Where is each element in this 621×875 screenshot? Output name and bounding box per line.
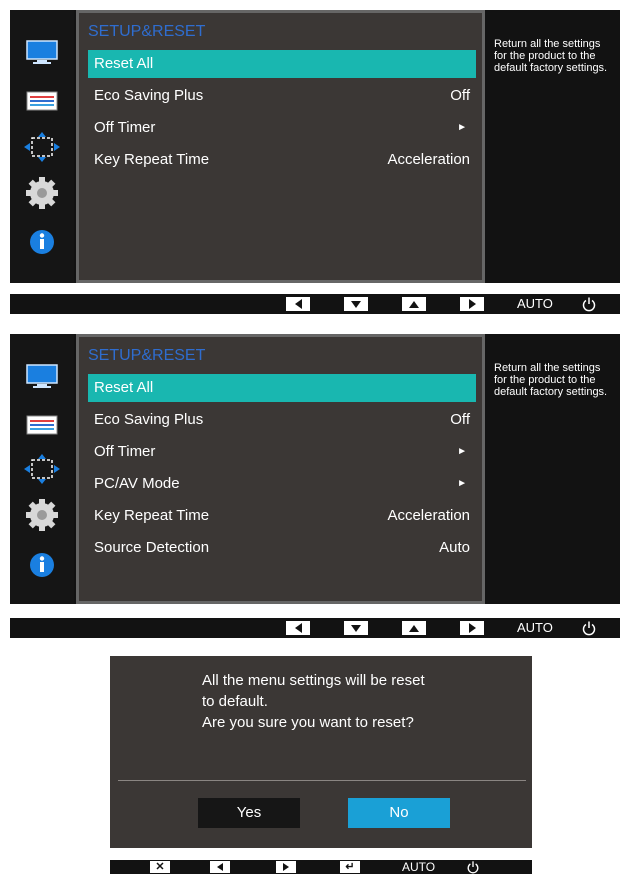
help-panel: Return all the settings for the product …: [488, 334, 620, 604]
osd-menu-panel: SETUP&RESET Reset All Eco Saving Plus Of…: [76, 334, 485, 604]
power-icon[interactable]: [582, 620, 596, 636]
power-icon[interactable]: [582, 296, 596, 312]
submenu-arrow-icon: ►: [457, 478, 467, 489]
menu-item-off-timer[interactable]: Off Timer ►: [88, 438, 476, 466]
dialog-control-bar: ✕ ↵ AUTO: [110, 860, 532, 874]
menu-item-value: Auto: [439, 539, 470, 556]
menu-item-label: Off Timer: [94, 119, 156, 136]
auto-button[interactable]: AUTO: [517, 296, 553, 312]
auto-button[interactable]: AUTO: [517, 620, 553, 636]
help-text: Return all the settings for the product …: [494, 38, 608, 74]
osd-sidebar: [10, 10, 74, 283]
osd-sidebar: [10, 334, 74, 604]
reset-confirm-dialog: All the menu settings will be reset to d…: [110, 656, 532, 848]
menu-item-value: Off: [450, 87, 470, 104]
menu-item-eco-saving-plus[interactable]: Eco Saving Plus Off: [88, 82, 476, 110]
menu-item-label: Reset All: [94, 55, 154, 72]
left-arrow-icon[interactable]: [286, 297, 310, 311]
menu-item-off-timer[interactable]: Off Timer ►: [88, 114, 476, 142]
close-icon[interactable]: ✕: [150, 861, 170, 873]
osd-window-2: SETUP&RESET Reset All Eco Saving Plus Of…: [10, 334, 620, 604]
menu-item-reset-all[interactable]: Reset All: [88, 374, 476, 402]
menu-item-label: Off Timer: [94, 443, 156, 460]
gear-icon[interactable]: [24, 499, 60, 531]
menu-item-source-detection[interactable]: Source Detection Auto: [88, 534, 476, 562]
menu-item-value: Acceleration: [387, 507, 470, 524]
auto-button[interactable]: AUTO: [402, 859, 435, 875]
picture-icon[interactable]: [24, 38, 60, 68]
control-bar: AUTO: [10, 294, 620, 314]
menu-item-value: Acceleration: [387, 151, 470, 168]
help-text: Return all the settings for the product …: [494, 362, 608, 398]
position-icon[interactable]: [24, 454, 60, 484]
yes-button[interactable]: Yes: [198, 798, 300, 828]
control-bar: AUTO: [10, 618, 620, 638]
right-arrow-icon[interactable]: [460, 297, 484, 311]
menu-title: SETUP&RESET: [88, 347, 206, 364]
osd-window-1: SETUP&RESET Reset All Eco Saving Plus Of…: [10, 10, 620, 283]
onscreen-display-icon[interactable]: [24, 410, 60, 440]
dialog-message-line: All the menu settings will be reset: [202, 672, 425, 689]
enter-icon[interactable]: ↵: [340, 861, 360, 873]
dialog-message: All the menu settings will be reset to d…: [202, 670, 502, 733]
info-icon[interactable]: [24, 550, 60, 580]
menu-item-label: Key Repeat Time: [94, 507, 210, 524]
down-arrow-icon[interactable]: [344, 621, 368, 635]
down-arrow-icon[interactable]: [344, 297, 368, 311]
help-panel: Return all the settings for the product …: [488, 10, 620, 283]
onscreen-display-icon[interactable]: [24, 86, 60, 116]
up-arrow-icon[interactable]: [402, 621, 426, 635]
left-arrow-icon[interactable]: [210, 861, 230, 873]
menu-item-label: Eco Saving Plus: [94, 411, 204, 428]
no-button[interactable]: No: [348, 798, 450, 828]
up-arrow-icon[interactable]: [402, 297, 426, 311]
info-icon[interactable]: [24, 227, 60, 257]
menu-item-pc-av-mode[interactable]: PC/AV Mode ►: [88, 470, 476, 498]
power-icon[interactable]: [466, 860, 480, 874]
menu-item-eco-saving-plus[interactable]: Eco Saving Plus Off: [88, 406, 476, 434]
menu-item-label: Reset All: [94, 379, 154, 396]
dialog-message-line: Are you sure you want to reset?: [202, 714, 414, 731]
menu-item-key-repeat-time[interactable]: Key Repeat Time Acceleration: [88, 502, 476, 530]
submenu-arrow-icon: ►: [457, 446, 467, 457]
left-arrow-icon[interactable]: [286, 621, 310, 635]
osd-menu-panel: SETUP&RESET Reset All Eco Saving Plus Of…: [76, 10, 485, 283]
menu-item-label: Source Detection: [94, 539, 210, 556]
dialog-message-line: to default.: [202, 693, 268, 710]
menu-item-value: Off: [450, 411, 470, 428]
dialog-divider: [118, 780, 526, 781]
menu-item-label: PC/AV Mode: [94, 475, 180, 492]
position-icon[interactable]: [24, 132, 60, 162]
gear-icon[interactable]: [24, 177, 60, 209]
right-arrow-icon[interactable]: [276, 861, 296, 873]
menu-item-key-repeat-time[interactable]: Key Repeat Time Acceleration: [88, 146, 476, 174]
menu-item-label: Eco Saving Plus: [94, 87, 204, 104]
picture-icon[interactable]: [24, 362, 60, 392]
menu-item-label: Key Repeat Time: [94, 151, 210, 168]
submenu-arrow-icon: ►: [457, 122, 467, 133]
menu-title: SETUP&RESET: [88, 23, 206, 40]
menu-item-reset-all[interactable]: Reset All: [88, 50, 476, 78]
right-arrow-icon[interactable]: [460, 621, 484, 635]
